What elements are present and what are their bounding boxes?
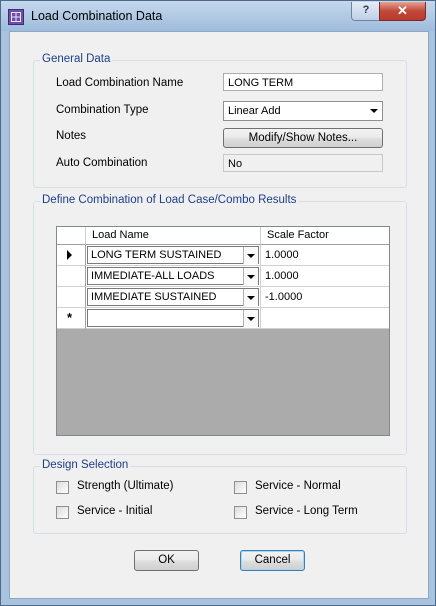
design-selection-group: Design Selection bbox=[33, 459, 407, 534]
table-row[interactable]: IMMEDIATE SUSTAINED bbox=[86, 287, 261, 308]
combination-type-label: Combination Type bbox=[56, 104, 149, 116]
notes-label: Notes bbox=[56, 130, 87, 142]
grid-corner-header bbox=[57, 227, 86, 245]
table-row[interactable]: IMMEDIATE-ALL LOADS bbox=[86, 266, 261, 287]
scale-factor-value: 1.0000 bbox=[265, 249, 299, 261]
scale-factor-cell[interactable]: 1.0000 bbox=[261, 245, 389, 266]
table-row[interactable]: LONG TERM SUSTAINED bbox=[86, 245, 261, 266]
scale-factor-cell[interactable]: -1.0000 bbox=[261, 287, 389, 308]
dialog-window: Load Combination Data ? ✕ General Data L… bbox=[0, 0, 436, 606]
strength-checkbox[interactable] bbox=[56, 481, 69, 494]
auto-combination-field: No bbox=[223, 154, 383, 172]
modify-notes-button[interactable]: Modify/Show Notes... bbox=[223, 128, 383, 148]
grid-app-icon bbox=[8, 9, 24, 25]
scale-factor-value: 1.0000 bbox=[265, 270, 299, 282]
combination-type-select[interactable]: Linear Add bbox=[223, 101, 383, 121]
row-header-new[interactable]: * bbox=[57, 308, 86, 329]
row-header-current[interactable] bbox=[57, 245, 86, 266]
row-header[interactable] bbox=[57, 266, 86, 287]
ok-button[interactable]: OK bbox=[134, 550, 199, 571]
auto-combination-label: Auto Combination bbox=[56, 157, 148, 169]
combination-name-input[interactable]: LONG TERM bbox=[223, 73, 383, 91]
load-name-value: IMMEDIATE SUSTAINED bbox=[91, 291, 217, 303]
service-long-term-checkbox[interactable] bbox=[234, 506, 247, 519]
strength-label: Strength (Ultimate) bbox=[77, 480, 174, 492]
combination-name-label: Load Combination Name bbox=[56, 77, 184, 89]
define-combination-label: Define Combination of Load Case/Combo Re… bbox=[40, 194, 299, 206]
new-row-asterisk: * bbox=[67, 310, 73, 325]
chevron-down-icon[interactable] bbox=[243, 268, 258, 285]
load-name-value: LONG TERM SUSTAINED bbox=[91, 249, 222, 261]
title-bar[interactable]: Load Combination Data ? ✕ bbox=[1, 1, 435, 31]
load-name-select[interactable]: IMMEDIATE SUSTAINED bbox=[87, 288, 259, 306]
load-name-select[interactable]: IMMEDIATE-ALL LOADS bbox=[87, 267, 259, 285]
design-selection-label: Design Selection bbox=[40, 459, 131, 471]
chevron-down-icon[interactable] bbox=[243, 310, 258, 327]
chevron-down-icon bbox=[370, 109, 378, 113]
cancel-button[interactable]: Cancel bbox=[240, 550, 305, 571]
service-initial-checkbox[interactable] bbox=[56, 506, 69, 519]
combination-type-value: Linear Add bbox=[228, 105, 281, 117]
load-name-select-new[interactable] bbox=[87, 309, 259, 327]
service-normal-label: Service - Normal bbox=[255, 480, 341, 492]
column-header-scale-factor[interactable]: Scale Factor bbox=[261, 227, 389, 245]
table-row-new[interactable] bbox=[86, 308, 261, 329]
service-normal-checkbox[interactable] bbox=[234, 481, 247, 494]
help-button[interactable]: ? bbox=[351, 2, 381, 21]
chevron-down-icon[interactable] bbox=[243, 247, 258, 264]
column-header-load-name[interactable]: Load Name bbox=[86, 227, 261, 245]
chevron-down-icon[interactable] bbox=[243, 289, 258, 306]
row-header[interactable] bbox=[57, 287, 86, 308]
window-title: Load Combination Data bbox=[31, 9, 163, 23]
load-name-select[interactable]: LONG TERM SUSTAINED bbox=[87, 246, 259, 264]
general-data-label: General Data bbox=[40, 53, 113, 65]
scale-factor-value: -1.0000 bbox=[265, 291, 303, 303]
scale-factor-cell-new[interactable] bbox=[261, 308, 389, 329]
load-name-value: IMMEDIATE-ALL LOADS bbox=[91, 270, 215, 282]
service-initial-label: Service - Initial bbox=[77, 505, 153, 517]
close-button[interactable]: ✕ bbox=[379, 2, 426, 21]
current-row-arrow-icon bbox=[67, 250, 72, 260]
service-long-term-label: Service - Long Term bbox=[255, 505, 358, 517]
load-combination-grid[interactable]: Load Name Scale Factor LONG TERM SUSTAIN… bbox=[56, 226, 390, 436]
dialog-client: General Data Load Combination Name LONG … bbox=[9, 31, 429, 599]
scale-factor-cell[interactable]: 1.0000 bbox=[261, 266, 389, 287]
